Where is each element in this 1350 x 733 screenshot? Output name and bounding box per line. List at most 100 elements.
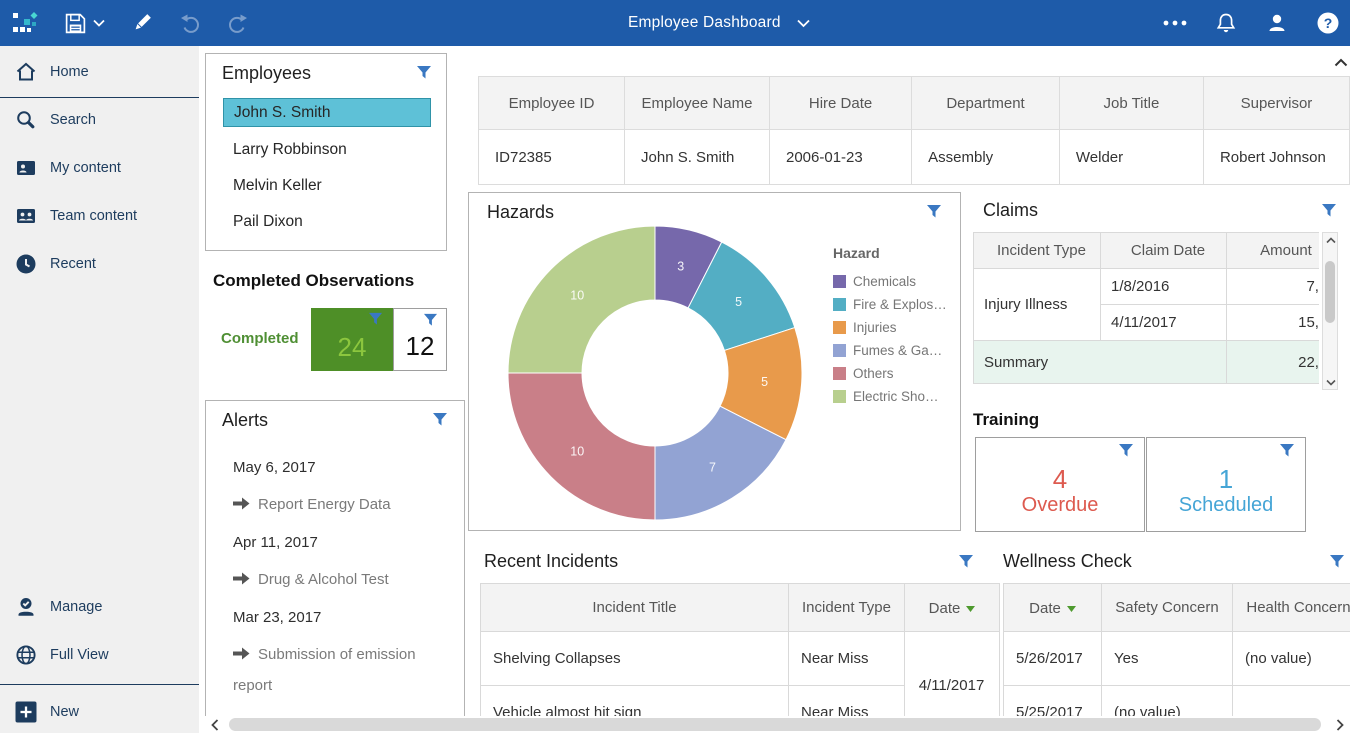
sidebar-item-new[interactable]: New	[0, 688, 199, 733]
horizontal-scrollbar[interactable]	[205, 716, 1350, 733]
column-header[interactable]: Department	[912, 77, 1060, 130]
edit-pencil-icon[interactable]	[131, 12, 153, 34]
alert-item[interactable]: Submission of emission report	[233, 639, 445, 701]
completed-label: Completed	[221, 330, 299, 347]
legend-label: Others	[853, 366, 894, 381]
column-header[interactable]: Job Title	[1059, 77, 1203, 130]
filter-icon[interactable]	[1279, 443, 1295, 463]
cell-summary-label: Summary	[974, 341, 1227, 384]
employee-dashboard-app: Employee Dashboard	[0, 0, 1350, 733]
save-icon[interactable]	[64, 12, 87, 35]
account-person-icon[interactable]	[1265, 11, 1289, 35]
filter-icon[interactable]	[368, 312, 383, 331]
column-header-sorted[interactable]: Date	[1004, 584, 1102, 632]
column-header[interactable]: Health Concern	[1233, 584, 1350, 632]
cell-incident-type: Injury Illness	[974, 269, 1101, 341]
training-overdue-card[interactable]: 4 Overdue	[975, 437, 1145, 532]
filter-icon[interactable]	[958, 554, 974, 574]
sidebar-item-label: Full View	[50, 647, 109, 663]
filter-icon[interactable]	[423, 313, 438, 332]
column-header[interactable]: Incident Type	[974, 233, 1101, 269]
column-header[interactable]: Claim Date	[1101, 233, 1227, 269]
scrollbar-thumb[interactable]	[1325, 261, 1335, 323]
sidebar-item-home[interactable]: Home	[0, 48, 199, 96]
column-header[interactable]: Amount	[1227, 233, 1320, 269]
filter-icon[interactable]	[1329, 554, 1345, 574]
page-scroll-up-icon[interactable]	[1334, 54, 1348, 72]
sidebar-item-search[interactable]: Search	[0, 96, 199, 144]
claims-title: Claims	[983, 200, 1038, 221]
undo-icon[interactable]	[179, 12, 203, 34]
legend-item[interactable]: Fumes & Ga…	[833, 339, 955, 362]
sidebar-item-manage[interactable]: Manage	[0, 583, 199, 631]
scroll-down-icon[interactable]	[1324, 375, 1337, 389]
sidebar-item-recent[interactable]: Recent	[0, 240, 199, 288]
arrow-right-icon	[233, 647, 250, 660]
column-header[interactable]: Incident Type	[789, 584, 905, 632]
claims-scrollbar[interactable]	[1322, 232, 1338, 390]
dashboard-title-dropdown[interactable]: Employee Dashboard	[628, 0, 810, 46]
list-item-employee[interactable]: Larry Robbinson	[223, 132, 431, 168]
legend-swatch	[833, 390, 846, 403]
donut-slice-value: 5	[735, 295, 742, 309]
list-item-employee[interactable]: Pail Dixon	[223, 204, 431, 240]
sidebar-item-label: Recent	[50, 256, 96, 272]
alert-item[interactable]: Drug & Alcohol Test	[233, 564, 445, 595]
table-header-row: Employee ID Employee Name Hire Date Depa…	[479, 77, 1350, 130]
list-item-employee-selected[interactable]: John S. Smith	[223, 98, 431, 127]
cell-amount: 7,000	[1227, 269, 1320, 305]
help-icon[interactable]: ?	[1316, 11, 1340, 35]
column-header[interactable]: Employee ID	[479, 77, 625, 130]
training-overdue-label: Overdue	[976, 494, 1144, 517]
sort-descending-icon	[1067, 599, 1076, 616]
column-header[interactable]: Safety Concern	[1102, 584, 1233, 632]
legend-item[interactable]: Injuries	[833, 316, 955, 339]
scroll-up-icon[interactable]	[1324, 233, 1337, 247]
list-item-employee[interactable]: Melvin Keller	[223, 168, 431, 204]
cell-date: 5/26/2017	[1004, 632, 1102, 686]
completed-primary-value: 24	[311, 332, 393, 363]
cell-amount: 15,500	[1227, 305, 1320, 341]
column-header-sorted[interactable]: Date	[905, 584, 1000, 632]
filter-icon[interactable]	[1118, 443, 1134, 463]
column-header[interactable]: Incident Title	[481, 584, 789, 632]
table-row[interactable]: ID72385 John S. Smith 2006-01-23 Assembl…	[479, 130, 1350, 185]
more-options-icon[interactable]	[1163, 20, 1187, 26]
filter-icon[interactable]	[926, 204, 942, 224]
filter-icon[interactable]	[1321, 203, 1337, 223]
completed-count-card[interactable]: 24	[311, 308, 393, 371]
training-scheduled-card[interactable]: 1 Scheduled	[1146, 437, 1306, 532]
table-row[interactable]: 5/26/2017 Yes (no value)	[1004, 632, 1350, 686]
cell-incident-type: Near Miss	[789, 632, 905, 686]
sidebar-item-my-content[interactable]: My content	[0, 144, 199, 192]
filter-icon[interactable]	[432, 412, 448, 432]
alert-date: May 6, 2017	[233, 459, 445, 476]
column-header[interactable]: Hire Date	[769, 77, 911, 130]
table-row[interactable]: Injury Illness 1/8/2016 7,000	[974, 269, 1320, 305]
legend-item[interactable]: Chemicals	[833, 270, 955, 293]
svg-text:?: ?	[1324, 15, 1333, 31]
employees-title: Employees	[222, 63, 311, 84]
legend-item[interactable]: Others	[833, 362, 955, 385]
column-header[interactable]: Employee Name	[625, 77, 770, 130]
scrollbar-thumb[interactable]	[229, 718, 1321, 731]
team-content-icon	[14, 204, 38, 228]
table-row[interactable]: Shelving Collapses Near Miss 4/11/2017	[481, 632, 1000, 686]
sidebar-item-full-view[interactable]: Full View	[0, 631, 199, 679]
scroll-right-icon[interactable]	[1332, 717, 1348, 732]
legend-item[interactable]: Fire & Explos…	[833, 293, 955, 316]
wellness-check-table: Date Safety Concern Health Concern 5/26/…	[1003, 583, 1350, 733]
recent-incidents-title: Recent Incidents	[484, 551, 618, 572]
filter-icon[interactable]	[416, 65, 432, 85]
sidebar-item-team-content[interactable]: Team content	[0, 192, 199, 240]
recent-clock-icon	[14, 252, 38, 276]
app-logo-icon[interactable]	[12, 12, 40, 34]
observations-count-card[interactable]: 12	[393, 308, 447, 371]
save-menu-chevron-icon[interactable]	[93, 19, 105, 27]
redo-icon[interactable]	[225, 12, 249, 34]
notifications-bell-icon[interactable]	[1214, 11, 1238, 35]
legend-item[interactable]: Electric Sho…	[833, 385, 955, 408]
alert-item[interactable]: Report Energy Data	[233, 489, 445, 520]
column-header[interactable]: Supervisor	[1203, 77, 1349, 130]
scroll-left-icon[interactable]	[207, 717, 223, 732]
